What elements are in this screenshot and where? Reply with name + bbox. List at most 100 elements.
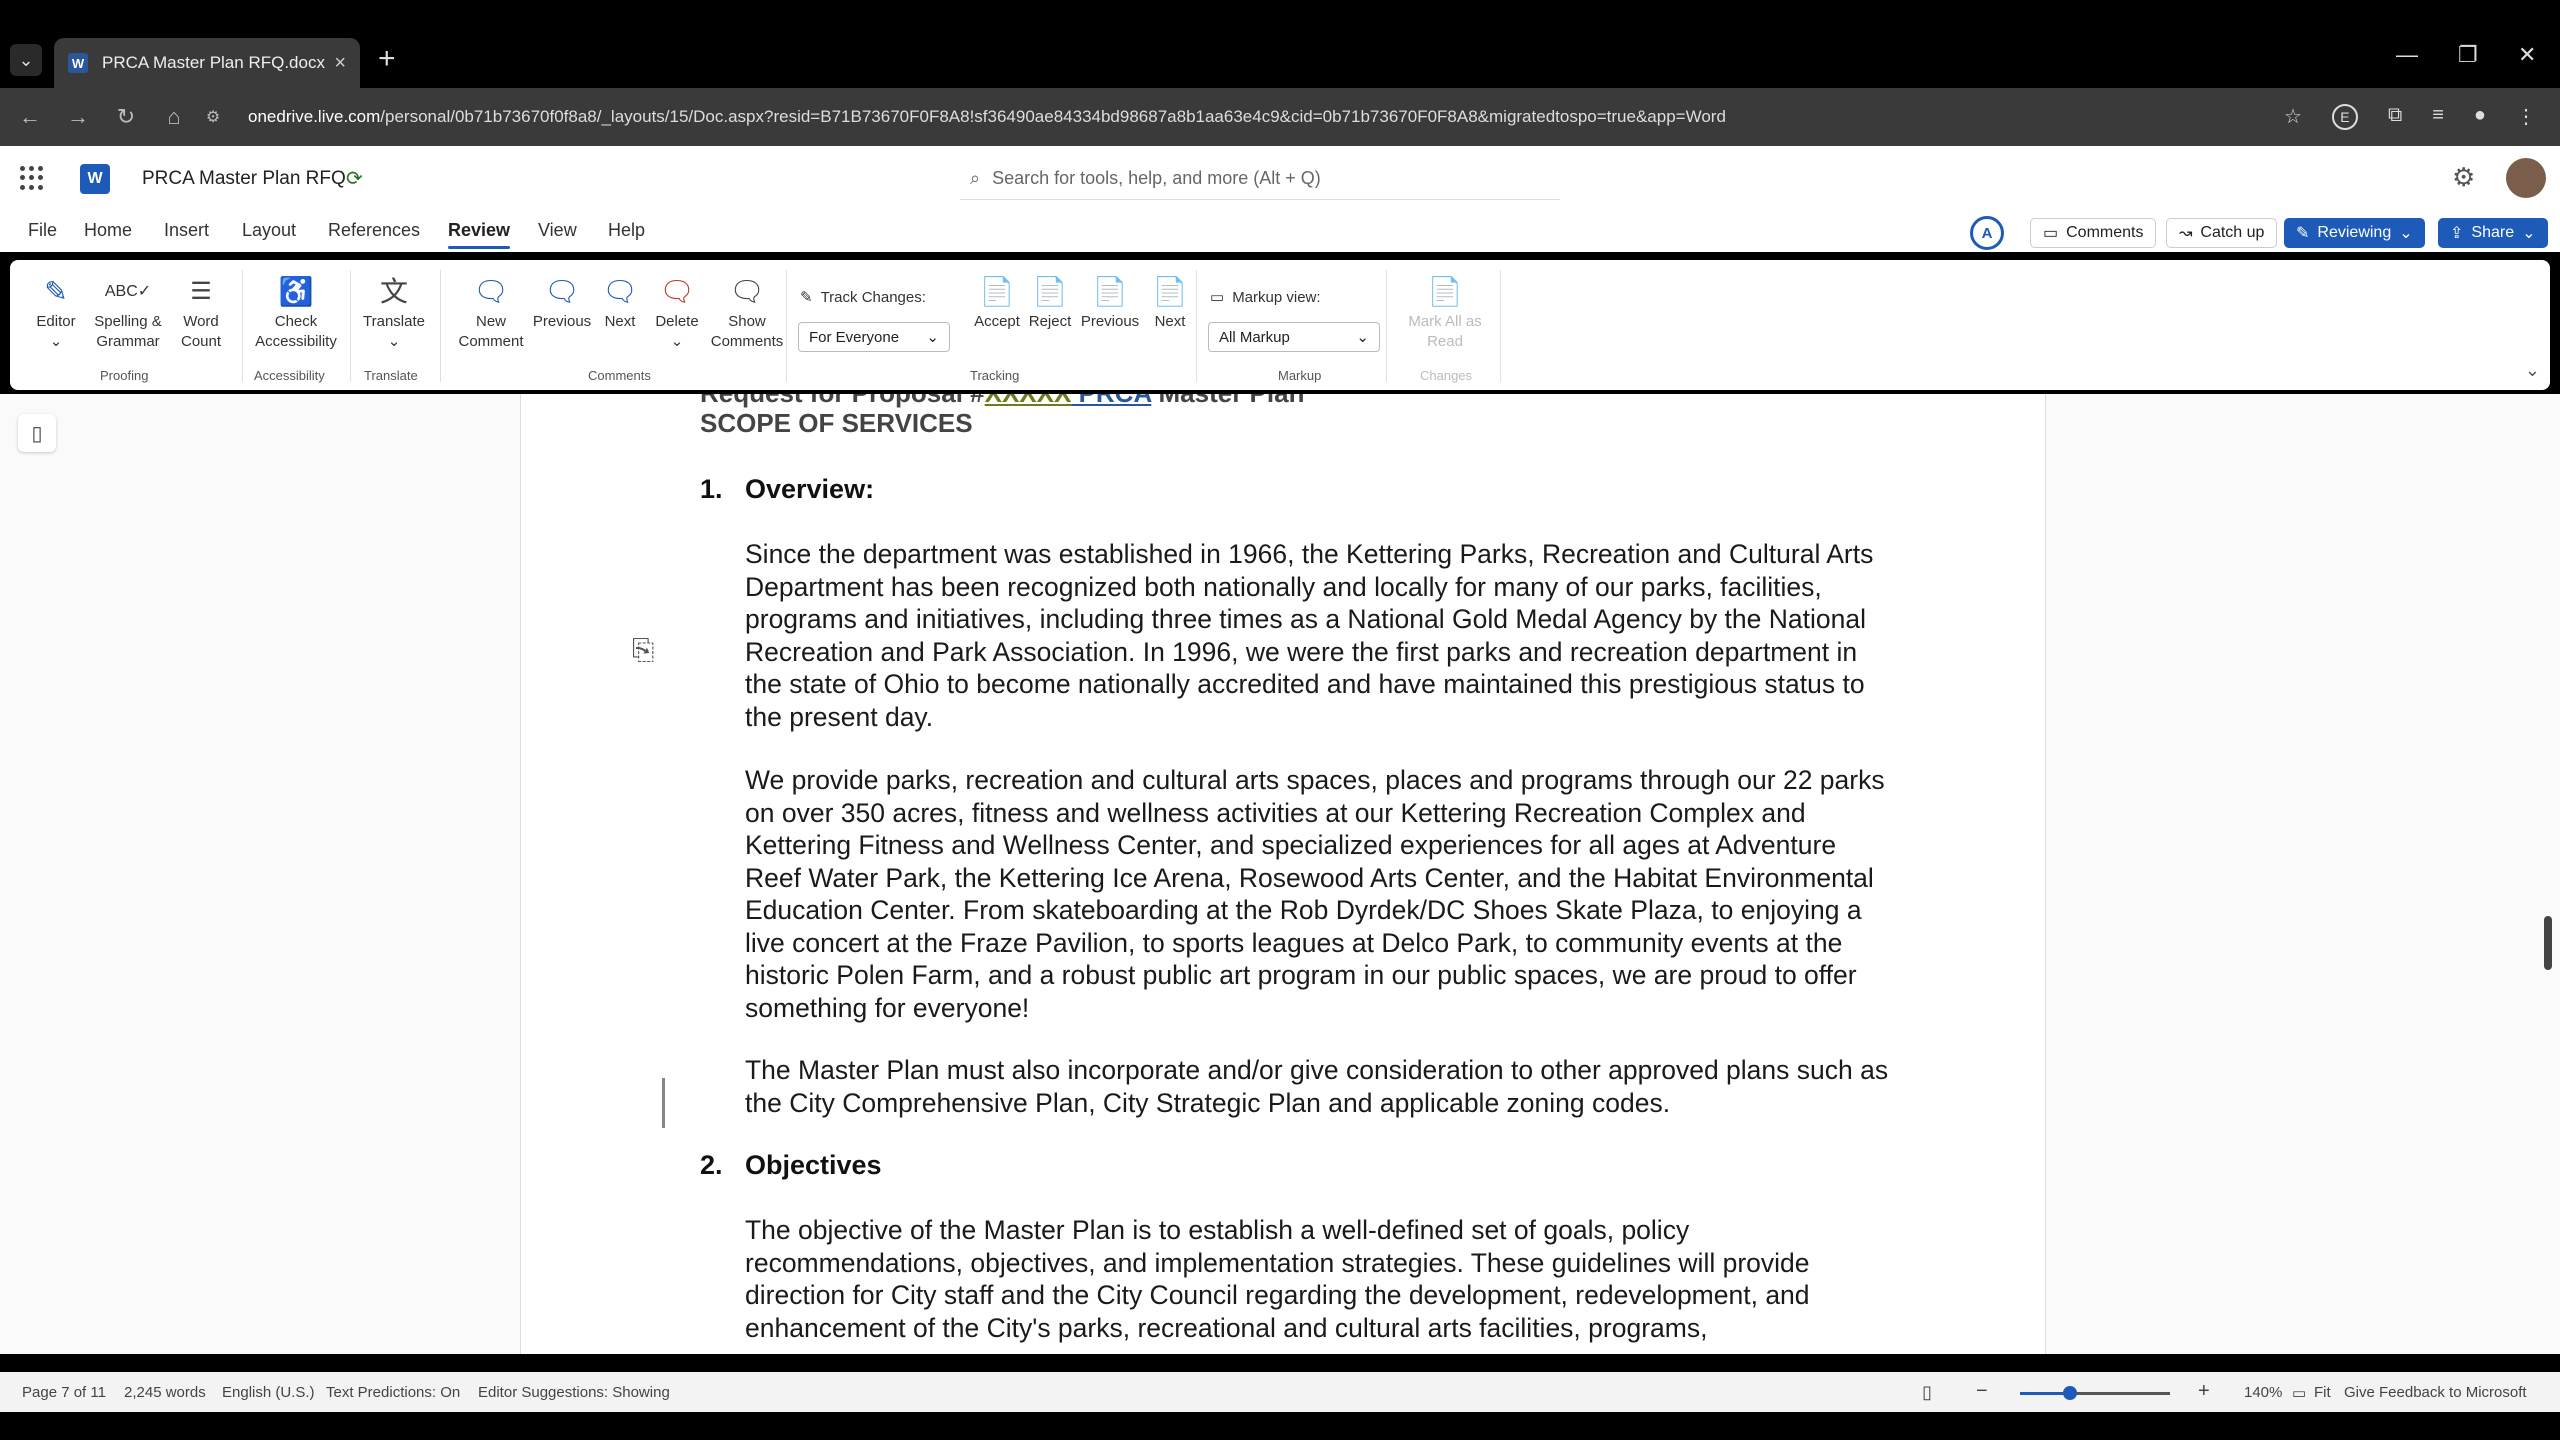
catch-up-button[interactable]: ↝ Catch up — [2166, 218, 2278, 248]
reviewing-mode-button[interactable]: ✎ Reviewing ⌄ — [2284, 218, 2425, 248]
zoom-slider-knob[interactable] — [2062, 1386, 2077, 1400]
back-icon[interactable]: ← — [6, 104, 54, 130]
editor-suggestions[interactable]: Editor Suggestions: Showing — [478, 1384, 670, 1401]
zoom-level[interactable]: 140% — [2244, 1384, 2282, 1401]
restore-icon[interactable]: ❐ — [2458, 42, 2478, 68]
avatar[interactable] — [2506, 158, 2546, 198]
app-launcher-icon[interactable] — [20, 166, 44, 190]
spelling-grammar-button[interactable]: ABC✓ Spelling & Grammar — [78, 272, 178, 352]
browser-menu-icon[interactable]: ⋮ — [2516, 104, 2536, 130]
document-canvas[interactable]: ▯ Request for Proposal #XXXXX PRCA Maste… — [0, 394, 2560, 1354]
editor-button[interactable]: ✎ Editor ⌄ — [26, 272, 86, 352]
vertical-scrollbar[interactable] — [2544, 916, 2552, 970]
copilot-icon[interactable]: A — [1970, 216, 2004, 250]
language[interactable]: English (U.S.) — [222, 1384, 315, 1401]
previous-change-button[interactable]: 📄 Previous — [1070, 272, 1150, 332]
add-comment-icon[interactable]: ⎘ — [632, 634, 654, 667]
track-changes-value: For Everyone — [809, 328, 900, 346]
tab-view[interactable]: View — [538, 220, 577, 241]
group-accessibility-label: Accessibility — [254, 368, 325, 383]
mark-all-read-button[interactable]: 📄 Mark All as Read — [1390, 272, 1500, 352]
comments-button-label: Comments — [2066, 224, 2144, 241]
translate-label: Translate — [363, 313, 425, 330]
reload-icon[interactable]: ↻ — [102, 104, 150, 130]
ribbon-divider — [1500, 270, 1501, 382]
markup-view-dropdown[interactable]: All Markup ⌄ — [1208, 322, 1380, 352]
tab-review[interactable]: Review — [448, 220, 511, 249]
navigation-pane-icon[interactable]: ▯ — [18, 414, 56, 452]
home-icon[interactable]: ⌂ — [150, 104, 198, 130]
track-changes-dropdown[interactable]: For Everyone ⌄ — [798, 322, 950, 352]
search-placeholder: Search for tools, help, and more (Alt + … — [992, 168, 1321, 188]
extensions-puzzle-icon[interactable]: ⧉ — [2388, 104, 2402, 130]
check-accessibility-button[interactable]: ♿ Check Accessibility — [246, 272, 346, 352]
site-info-icon[interactable]: ⚙ — [198, 107, 228, 127]
settings-gear-icon[interactable]: ⚙ — [2452, 162, 2475, 193]
previous-change-label: Previous — [1080, 313, 1140, 330]
ribbon-divider — [440, 270, 441, 382]
show-label: Show — [728, 313, 766, 330]
tab-file[interactable]: File — [28, 220, 57, 241]
change-bar — [662, 1078, 665, 1128]
document-title[interactable]: PRCA Master Plan RFQ — [142, 168, 346, 190]
paragraph[interactable]: The objective of the Master Plan is to e… — [745, 1214, 1895, 1344]
markup-icon: ▭ — [1210, 289, 1225, 306]
zoom-out-icon[interactable]: − — [1976, 1380, 1988, 1403]
section-number: 2. — [700, 1150, 723, 1180]
page-view-icon[interactable]: ▯ — [1922, 1382, 1932, 1403]
media-icon[interactable]: ≡ — [2432, 104, 2444, 130]
grammar-label: Grammar — [96, 333, 160, 350]
tab-layout[interactable]: Layout — [242, 220, 296, 241]
group-tracking-label: Tracking — [970, 368, 1020, 383]
zoom-in-icon[interactable]: + — [2198, 1380, 2210, 1403]
profile-icon[interactable]: ● — [2474, 104, 2486, 130]
tab-list-chevron-icon[interactable]: ⌄ — [10, 44, 42, 76]
new-tab-icon[interactable]: + — [378, 44, 396, 74]
translate-button[interactable]: 文 Translate ⌄ — [354, 272, 434, 352]
feedback-link[interactable]: Give Feedback to Microsoft — [2344, 1384, 2527, 1401]
browser-tab[interactable]: W PRCA Master Plan RFQ.docx × — [54, 38, 360, 88]
markup-view-label: ▭ Markup view: — [1210, 288, 1321, 307]
paragraph[interactable]: Since the department was established in … — [745, 538, 1895, 733]
tab-help[interactable]: Help — [608, 220, 645, 241]
forward-icon[interactable]: → — [54, 104, 102, 130]
url-domain: onedrive.live.com — [248, 107, 381, 126]
track-changes-label: ✎ Track Changes: — [800, 288, 926, 307]
comments-button[interactable]: ▭ Comments — [2030, 218, 2157, 248]
ribbon-divider — [242, 270, 243, 382]
ribbon-expand-chevron-icon[interactable]: ⌄ — [2525, 360, 2540, 381]
section-title: Objectives — [745, 1150, 882, 1180]
url-field[interactable]: onedrive.live.com/personal/0b71b73670f0f… — [248, 107, 2284, 127]
next-change-button[interactable]: 📄 Next — [1140, 272, 1200, 332]
tab-home[interactable]: Home — [84, 220, 132, 241]
fit-icon[interactable]: ▭ — [2292, 1384, 2306, 1402]
tab-close-icon[interactable]: × — [334, 52, 346, 75]
minimize-icon[interactable]: — — [2396, 42, 2418, 68]
group-proofing-label: Proofing — [100, 368, 149, 383]
paragraph[interactable]: We provide parks, recreation and cultura… — [745, 764, 1895, 1024]
close-window-icon[interactable]: ✕ — [2518, 42, 2536, 68]
paragraph[interactable]: The Master Plan must also incorporate an… — [745, 1054, 1895, 1119]
word-count[interactable]: 2,245 words — [124, 1384, 206, 1401]
ribbon-divider — [1386, 270, 1387, 382]
word-logo-icon[interactable]: W — [80, 164, 110, 194]
ribbon-tabs: File Home Insert Layout References Revie… — [0, 212, 2560, 252]
fit-button[interactable]: Fit — [2314, 1384, 2331, 1401]
share-label: Share — [2471, 224, 2515, 241]
zoom-slider[interactable] — [2020, 1386, 2170, 1400]
tab-references[interactable]: References — [328, 220, 420, 241]
page-count[interactable]: Page 7 of 11 — [22, 1384, 106, 1401]
saved-status-icon[interactable]: ⟳ — [346, 166, 363, 191]
bookmark-star-icon[interactable]: ☆ — [2284, 104, 2302, 130]
search-input[interactable]: ⌕ Search for tools, help, and more (Alt … — [960, 158, 1560, 200]
text-predictions[interactable]: Text Predictions: On — [326, 1384, 460, 1401]
show-comments-button[interactable]: 🗨 Show Comments — [702, 272, 792, 352]
tab-title: PRCA Master Plan RFQ.docx — [102, 53, 325, 72]
new-comment-icon: 🗨 — [473, 276, 509, 307]
browser-tab-bar: ⌄ W PRCA Master Plan RFQ.docx × + — ❐ ✕ — [0, 0, 2560, 88]
tab-insert[interactable]: Insert — [164, 220, 209, 241]
share-button[interactable]: ⇪ Share ⌄ — [2438, 218, 2548, 248]
next-comment-button[interactable]: 🗨 Next — [590, 272, 650, 332]
extension-badge-icon[interactable]: E — [2331, 104, 2358, 130]
word-count-button[interactable]: ☰ Word Count — [166, 272, 236, 352]
